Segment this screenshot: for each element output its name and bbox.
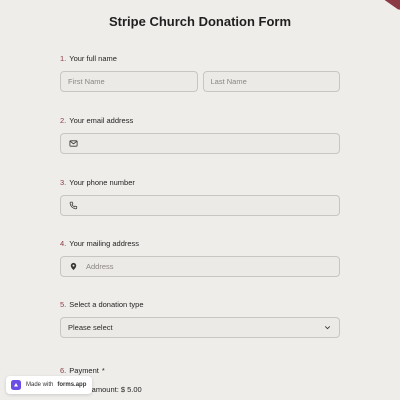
question-label: 5. Select a donation type (60, 300, 340, 309)
email-field[interactable] (60, 133, 340, 154)
question-email: 2. Your email address (60, 116, 340, 154)
made-with-forms-app-badge[interactable]: Made with forms.app (6, 376, 93, 394)
question-text: Your mailing address (69, 239, 140, 248)
question-number: 1. (60, 54, 67, 63)
address-field[interactable]: Address (60, 256, 340, 277)
address-placeholder: Address (86, 262, 114, 271)
question-label: 3. Your phone number (60, 178, 340, 187)
payment-amount: Payment amount: $ 5.00 (60, 385, 142, 394)
phone-field[interactable] (60, 195, 340, 216)
question-label: 6. Payment * (60, 366, 340, 375)
question-label: 4. Your mailing address (60, 239, 340, 248)
badge-brand: forms.app (57, 382, 87, 388)
forms-app-logo-icon (10, 379, 22, 391)
required-mark: * (101, 366, 105, 375)
question-payment: 6. Payment * Payment amount: $ 5.00 (60, 366, 340, 394)
question-donation-type: 5. Select a donation type Please select (60, 300, 340, 338)
question-text: Your phone number (69, 178, 135, 187)
question-number: 4. (60, 239, 67, 248)
form-title: Stripe Church Donation Form (109, 14, 291, 29)
question-phone: 3. Your phone number (60, 178, 340, 216)
chevron-down-icon (322, 323, 332, 333)
badge-prefix: Made with (26, 382, 54, 388)
corner-ribbon-decoration (372, 0, 400, 11)
question-mailing-address: 4. Your mailing address Address (60, 239, 340, 277)
question-number: 3. (60, 178, 67, 187)
name-row: First Name Last Name (60, 63, 340, 92)
question-full-name: 1. Your full name First Name Last Name (60, 54, 340, 92)
question-text: Select a donation type (69, 300, 144, 309)
envelope-icon (68, 139, 78, 149)
phone-icon (68, 201, 78, 211)
select-value: Please select (68, 323, 113, 332)
question-number: 5. (60, 300, 67, 309)
question-label: 1. Your full name (60, 54, 340, 63)
donation-type-select[interactable]: Please select (60, 317, 340, 338)
last-name-input[interactable]: Last Name (202, 71, 340, 92)
question-text: Payment (69, 366, 99, 375)
question-number: 2. (60, 116, 67, 125)
question-text: Your full name (69, 54, 117, 63)
question-label: 2. Your email address (60, 116, 340, 125)
location-pin-icon (68, 262, 78, 272)
question-number: 6. (60, 366, 67, 375)
first-name-input[interactable]: First Name (60, 71, 198, 92)
question-text: Your email address (69, 116, 134, 125)
